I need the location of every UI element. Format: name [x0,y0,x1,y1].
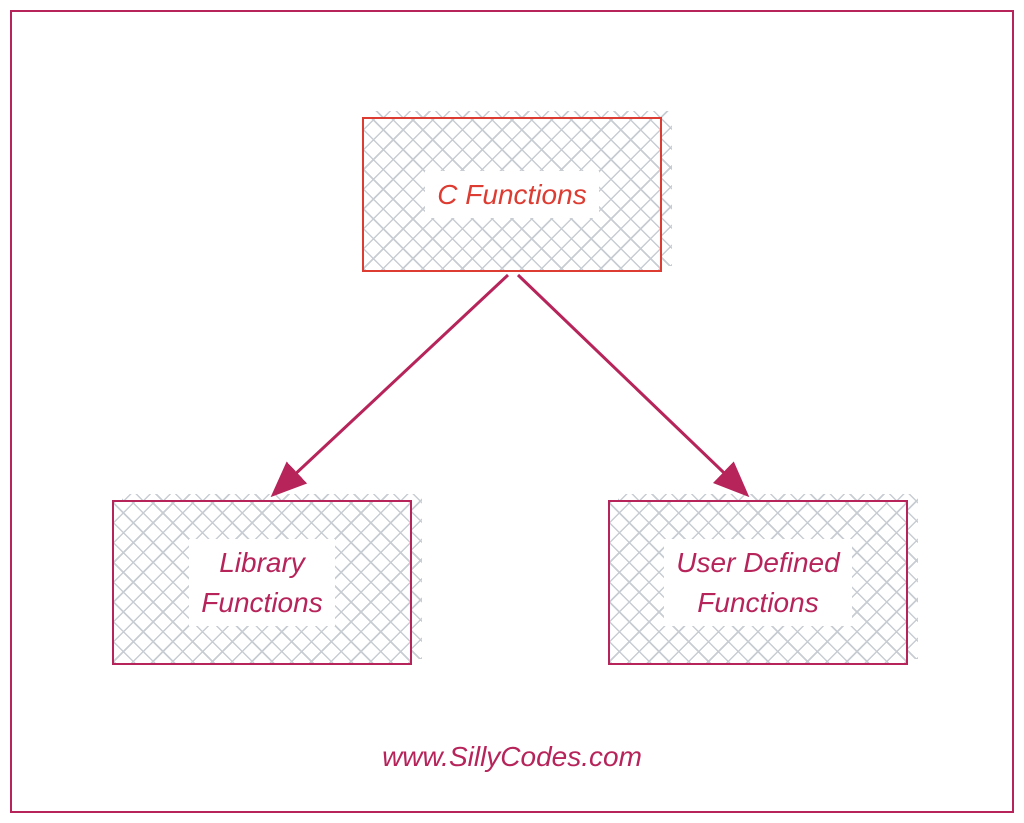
root-node-label: C Functions [425,171,598,218]
right-child-label: User Defined Functions [664,539,851,625]
right-child-node: User Defined Functions [608,500,908,665]
left-child-node: Library Functions [112,500,412,665]
root-node: C Functions [362,117,662,272]
left-child-label: Library Functions [189,539,334,625]
footer-attribution: www.SillyCodes.com [0,741,1024,773]
